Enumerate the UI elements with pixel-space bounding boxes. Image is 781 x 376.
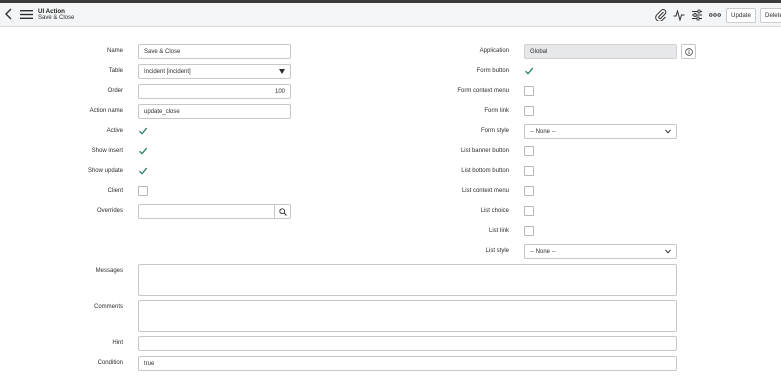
application-label: Application (479, 48, 509, 54)
active-checkbox[interactable] (138, 126, 148, 136)
order-input[interactable]: 100 (138, 84, 291, 99)
activity-pulse-icon[interactable] (673, 9, 685, 21)
messages-label: Messages (95, 268, 123, 274)
comments-label: Comments (93, 304, 123, 310)
list-banner-button-checkbox[interactable] (524, 146, 534, 156)
list-choice-checkbox[interactable] (524, 206, 534, 216)
active-label: Active (106, 128, 123, 134)
list-bottom-button-checkbox[interactable] (524, 166, 534, 176)
table-select-value: Incident [incident] (144, 68, 191, 75)
overrides-label: Overrides (96, 208, 123, 214)
client-checkbox[interactable] (138, 186, 148, 196)
list-style-label: List style (485, 248, 509, 254)
action-name-label: Action name (89, 108, 123, 114)
form-style-value: -- None -- (530, 128, 556, 135)
client-label: Client (107, 188, 123, 194)
form-header: UI Action Save & Close Update Delete (0, 3, 781, 27)
name-label: Name (106, 48, 123, 54)
list-choice-label: List choice (480, 208, 509, 214)
list-context-menu-label: List context menu (461, 188, 509, 194)
record-type: UI Action (38, 8, 65, 15)
back-arrow-icon[interactable] (4, 8, 14, 20)
list-banner-button-label: List banner button (460, 148, 509, 154)
form-style-label: Form style (480, 128, 509, 134)
hint-input[interactable] (138, 336, 677, 351)
list-style-select[interactable]: -- None -- (524, 244, 677, 259)
chevron-down-icon (665, 249, 671, 254)
lookup-button[interactable] (274, 205, 290, 218)
messages-textarea[interactable] (138, 264, 677, 296)
dropdown-triangle-icon (279, 69, 285, 74)
form-context-menu-checkbox[interactable] (524, 86, 534, 96)
record-title: UI Action Save & Close (38, 8, 74, 22)
update-button[interactable]: Update (726, 8, 756, 23)
form-context-menu-label: Form context menu (457, 88, 509, 94)
form-style-select[interactable]: -- None -- (524, 124, 677, 139)
search-icon (278, 207, 287, 216)
chevron-down-icon (665, 129, 671, 134)
list-bottom-button-label: List bottom button (461, 168, 509, 174)
list-context-menu-checkbox[interactable] (524, 186, 534, 196)
show-update-checkbox[interactable] (138, 166, 148, 176)
settings-sliders-icon[interactable] (691, 9, 703, 21)
more-options-icon[interactable] (709, 9, 721, 21)
order-label: Order (107, 88, 123, 94)
info-icon (684, 47, 693, 56)
list-link-checkbox[interactable] (524, 226, 534, 236)
delete-button[interactable]: Delete (760, 8, 781, 23)
application-input: Global (524, 44, 677, 59)
list-style-value: -- None -- (530, 248, 556, 255)
paperclip-icon[interactable] (655, 9, 667, 21)
application-info-button[interactable] (681, 44, 696, 59)
table-select[interactable]: Incident [incident] (138, 64, 291, 79)
show-insert-label: Show insert (91, 148, 123, 154)
overrides-input[interactable] (138, 204, 291, 219)
show-update-label: Show update (87, 168, 123, 174)
form-button-label: Form button (476, 68, 509, 74)
name-input[interactable]: Save & Close (138, 44, 291, 59)
action-name-input[interactable]: update_close (138, 104, 291, 119)
form-button-checkbox[interactable] (524, 66, 534, 76)
hint-label: Hint (112, 340, 123, 346)
record-name: Save & Close (38, 15, 75, 21)
list-link-label: List link (488, 228, 509, 234)
table-label: Table (108, 68, 123, 74)
comments-textarea[interactable] (138, 300, 677, 332)
form-link-label: Form link (484, 108, 509, 114)
condition-input[interactable]: true (138, 356, 677, 371)
show-insert-checkbox[interactable] (138, 146, 148, 156)
form-link-checkbox[interactable] (524, 106, 534, 116)
hamburger-menu-icon[interactable] (20, 9, 33, 20)
condition-label: Condition (97, 360, 123, 366)
